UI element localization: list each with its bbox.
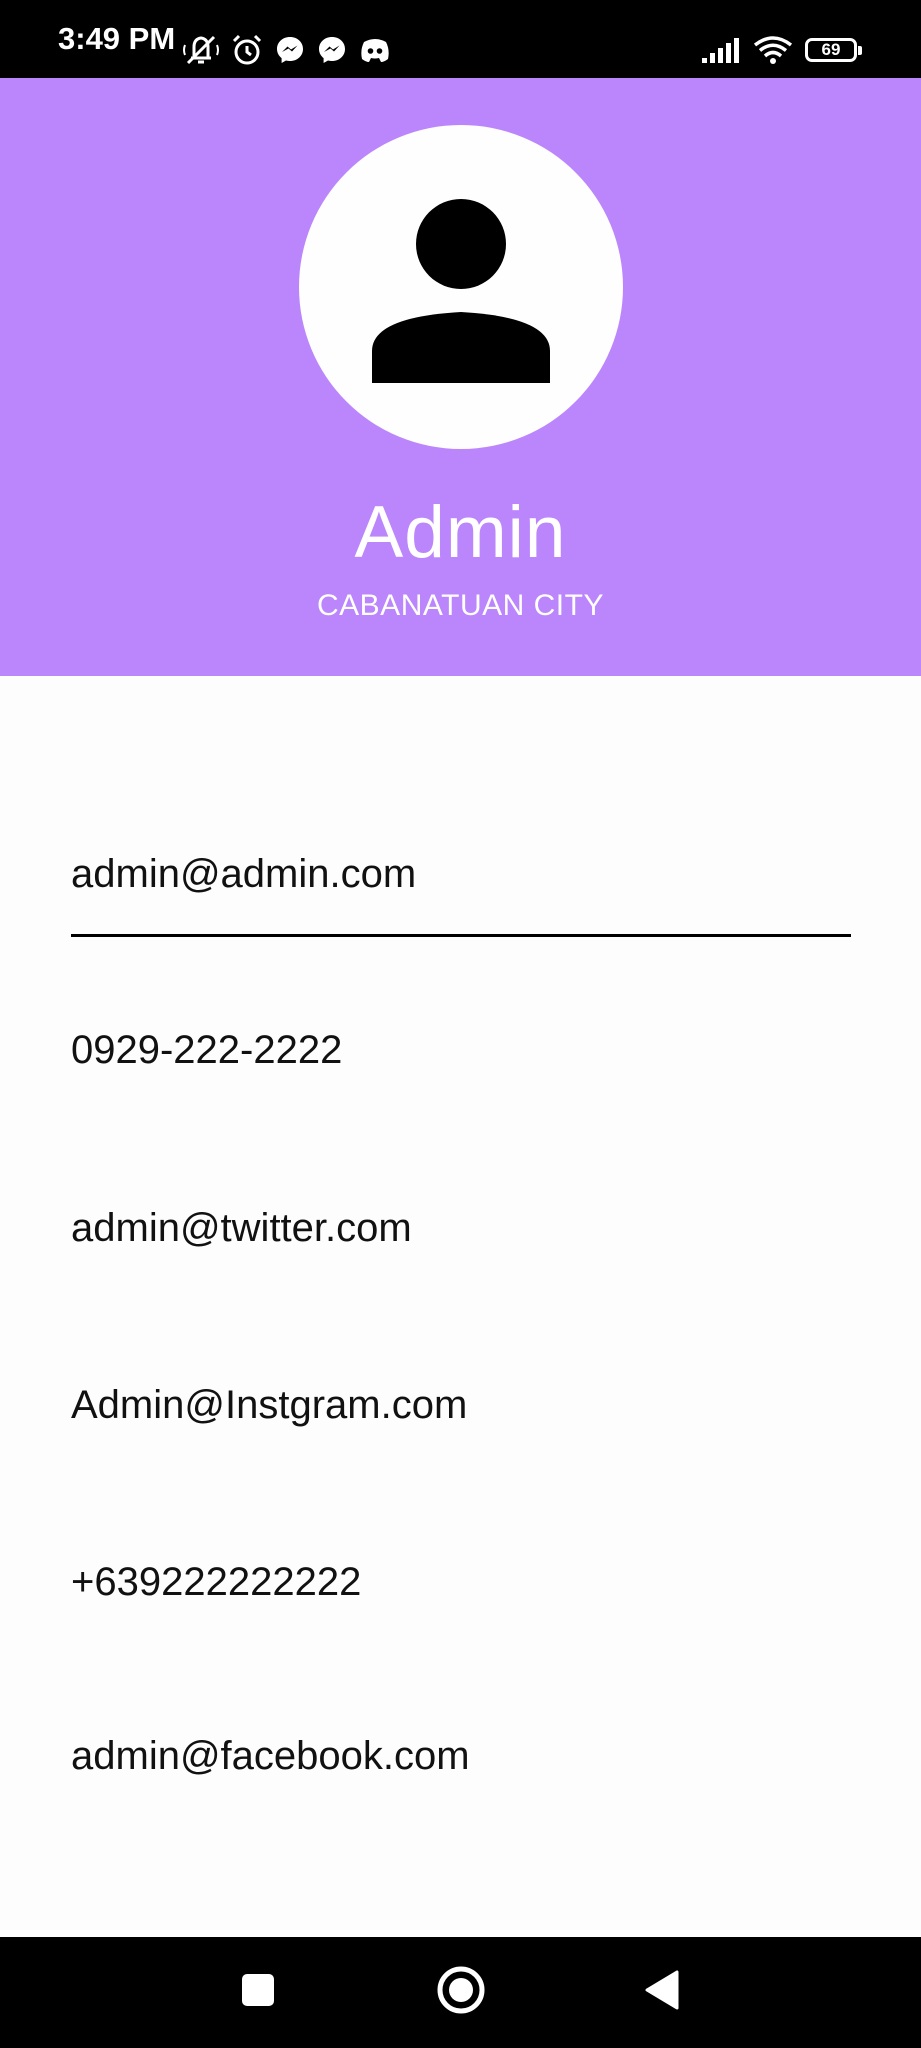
mute-icon [182, 33, 220, 67]
email-field-underline [71, 934, 851, 937]
signal-icon [701, 36, 741, 64]
facebook-text: admin@facebook.com [71, 1734, 470, 1778]
person-icon [372, 199, 550, 383]
system-icons: 69 [701, 30, 862, 70]
profile-screen: 3:49 PM 69 Admin CABANATUAN CITY admin@a… [0, 0, 921, 2048]
wifi-icon [753, 35, 793, 65]
mobile-text: +639222222222 [71, 1560, 362, 1604]
alarm-icon [230, 33, 264, 67]
twitter-text: admin@twitter.com [71, 1206, 412, 1250]
email-field[interactable]: admin@admin.com [71, 846, 851, 902]
discord-icon [358, 34, 392, 66]
home-button[interactable] [419, 1937, 503, 2048]
battery-icon: 69 [805, 38, 862, 62]
avatar[interactable] [299, 125, 623, 449]
profile-name: Admin [354, 492, 567, 573]
messenger-icon [316, 34, 348, 66]
navigation-bar [0, 1937, 921, 2048]
back-button[interactable] [622, 1937, 702, 2048]
status-bar: 3:49 PM 69 [0, 0, 921, 78]
instagram-text: Admin@Instgram.com [71, 1383, 468, 1427]
recents-button[interactable] [218, 1937, 298, 2048]
messenger-icon [274, 34, 306, 66]
back-triangle-icon [643, 1969, 681, 2016]
profile-city: CABANATUAN CITY [317, 589, 604, 622]
profile-header: Admin CABANATUAN CITY [0, 78, 921, 676]
home-circle-icon [436, 1965, 486, 2020]
status-time: 3:49 PM [58, 21, 176, 56]
recents-square-icon [240, 1972, 276, 2013]
notification-icons [182, 30, 392, 70]
phone-text: 0929-222-2222 [71, 1028, 343, 1072]
